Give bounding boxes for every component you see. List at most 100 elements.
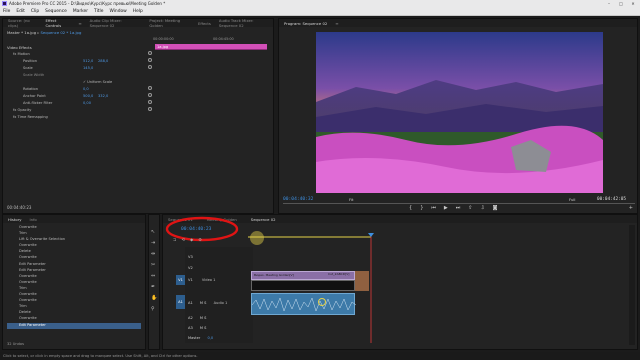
source-a1-patch[interactable]: A1 [176, 295, 185, 309]
menu-sequence[interactable]: Sequence [45, 8, 67, 15]
title-bar: Adobe Premiere Pro CC 2015 - D:\Видео\Ку… [0, 0, 640, 8]
panel-menu-icon[interactable]: ≡ [78, 21, 81, 26]
effect-controls-panel: Source: (no clips) Effect Controls ≡ Aud… [2, 18, 274, 214]
hand-tool-icon[interactable]: ✋ [151, 295, 157, 301]
track-select-icon[interactable]: ⇥ [151, 240, 157, 246]
mark-out-icon[interactable]: } [420, 205, 423, 211]
audio-waveform [251, 297, 357, 312]
history-item-selected[interactable]: Edit Parameter [7, 322, 141, 329]
program-video-frame[interactable] [316, 32, 603, 193]
ec-clip-bar[interactable]: 1a.jpg [155, 44, 267, 50]
quality-dropdown[interactable]: Full [569, 197, 576, 202]
track-a2[interactable]: A2 M S [188, 314, 206, 322]
step-back-icon[interactable]: ⏮ [431, 205, 436, 211]
snap-icon[interactable]: ⊐ [173, 237, 177, 242]
sequence-clip-label[interactable]: Sequence 02 * 1a.jpg [40, 30, 81, 35]
zoom-tool-icon[interactable]: ⚲ [151, 306, 157, 312]
track-v2[interactable]: V2 [188, 264, 193, 272]
tab-project[interactable]: Project: Meeting Golden [149, 18, 190, 28]
ec-time-start: 00:00:00:00 [153, 37, 174, 41]
pen-tool-icon[interactable]: ✒ [151, 284, 157, 290]
tab-effect-controls[interactable]: Effect Controls [45, 18, 70, 28]
ec-clip-label: 1a.jpg [157, 45, 169, 49]
program-timecode-left[interactable]: 00:04:40:32 [283, 197, 313, 202]
menu-help[interactable]: Help [133, 8, 143, 15]
menu-window[interactable]: Window [109, 8, 126, 15]
extract-icon[interactable]: ⇩ [480, 205, 484, 211]
add-marker-icon[interactable]: ◆ [190, 237, 193, 242]
reset-icon[interactable] [148, 58, 152, 62]
mark-in-icon[interactable]: { [409, 205, 412, 211]
history-tab-row: History Info [3, 215, 145, 223]
track-a3[interactable]: A3 M S [188, 324, 206, 332]
tab-source[interactable]: Source: (no clips) [8, 18, 37, 28]
menu-clip[interactable]: Clip [31, 8, 39, 15]
status-bar: Click to select, or click in empty space… [0, 352, 640, 360]
motion-row[interactable]: fx Motion [13, 51, 30, 57]
tab-program[interactable]: Program: Sequence 02 [284, 21, 327, 26]
slip-tool-icon[interactable]: ⇔ [151, 273, 157, 279]
timeline-scrollbar[interactable] [629, 225, 635, 345]
rotation-value[interactable]: 0,0 [83, 86, 89, 92]
reset-icon[interactable] [148, 51, 152, 55]
razor-tool-icon[interactable]: ✂ [151, 262, 157, 268]
time-remapping-row[interactable]: fx Time Remapping [13, 114, 48, 120]
source-v1-patch[interactable]: V1 [176, 275, 185, 285]
track-v1[interactable]: V1 Video 1 [188, 276, 215, 284]
tab-history[interactable]: History [8, 217, 22, 222]
program-scrub-bar[interactable] [283, 203, 635, 204]
maximize-button[interactable]: □ [616, 1, 626, 7]
ripple-edit-icon[interactable]: ⇹ [151, 251, 157, 257]
tab-audio-clip-mixer[interactable]: Audio Clip Mixer: Sequence 02 [90, 18, 142, 28]
position-y-value[interactable]: 288,0 [98, 58, 108, 64]
video-effects-heading: Video Effects [7, 45, 32, 50]
track-master[interactable]: Master 0,0 [188, 334, 213, 342]
export-frame-icon[interactable]: ◙ [493, 205, 498, 211]
tools-panel: ↖ ⇥ ⇹ ✂ ⇔ ✒ ✋ ⚲ [148, 214, 160, 350]
playhead-marker[interactable] [368, 233, 374, 237]
timeline-panel: Sequence 01 Meeting Golden Sequence 02 0… [162, 214, 638, 350]
timeline-tool-buttons: ⊐ ⟲ ◆ ⚙ [173, 237, 202, 242]
track-a1[interactable]: A1 M S Audio 1 [188, 299, 227, 307]
fit-dropdown[interactable]: Fit [349, 197, 353, 202]
video-clip[interactable]: Видео. Meeting Golden[V] Cut_2ABCD[V] [251, 271, 355, 280]
close-button[interactable]: ✕ [628, 1, 638, 7]
reset-icon[interactable] [148, 65, 152, 69]
add-button-icon[interactable]: + [629, 205, 633, 211]
anti-flicker-value[interactable]: 0,00 [83, 100, 91, 106]
reset-icon[interactable] [148, 100, 152, 104]
reset-icon[interactable] [148, 107, 152, 111]
premiere-app-icon [2, 1, 7, 6]
selection-tool-icon[interactable]: ↖ [151, 229, 157, 235]
opacity-row[interactable]: fx Opacity [13, 107, 31, 113]
program-timecode-right: 00:04:42:05 [597, 197, 627, 202]
audio-clip[interactable] [251, 293, 357, 315]
master-clip-label[interactable]: Master * 1a.jpg [7, 30, 36, 35]
scale-value[interactable]: 145,0 [83, 65, 93, 71]
panel-menu-icon[interactable]: ≡ [335, 21, 338, 26]
ec-footer-timecode[interactable]: 00:04:40:23 [7, 205, 31, 210]
position-x-value[interactable]: 512,0 [83, 58, 93, 64]
lift-icon[interactable]: ⇧ [468, 205, 472, 211]
menu-title[interactable]: Title [94, 8, 103, 15]
track-v3[interactable]: V3 [188, 253, 193, 261]
anchor-y-value[interactable]: 332,0 [98, 93, 108, 99]
uniform-scale-checkbox[interactable]: ✓ Uniform Scale [83, 79, 112, 85]
reset-icon[interactable] [148, 86, 152, 90]
menu-marker[interactable]: Marker [73, 8, 88, 15]
window-title: Adobe Premiere Pro CC 2015 - D:\Видео\Ку… [9, 1, 166, 6]
reset-icon[interactable] [148, 93, 152, 97]
menu-edit[interactable]: Edit [16, 8, 25, 15]
tab-effects[interactable]: Effects [198, 21, 211, 26]
linked-selection-icon[interactable]: ⟲ [182, 237, 186, 242]
play-icon[interactable]: ▶ [444, 205, 448, 211]
step-forward-icon[interactable]: ⏭ [456, 205, 461, 211]
anchor-point-row: Anchor Point 500,0 332,0 [23, 94, 109, 98]
minimize-button[interactable]: – [604, 1, 614, 7]
image-clip-thumbnail[interactable] [355, 271, 369, 291]
settings-icon[interactable]: ⚙ [198, 237, 202, 242]
menu-file[interactable]: File [3, 8, 10, 15]
tab-info[interactable]: Info [30, 217, 37, 222]
anchor-x-value[interactable]: 500,0 [83, 93, 93, 99]
tab-audio-track-mixer[interactable]: Audio Track Mixer: Sequence 02 [219, 18, 273, 28]
